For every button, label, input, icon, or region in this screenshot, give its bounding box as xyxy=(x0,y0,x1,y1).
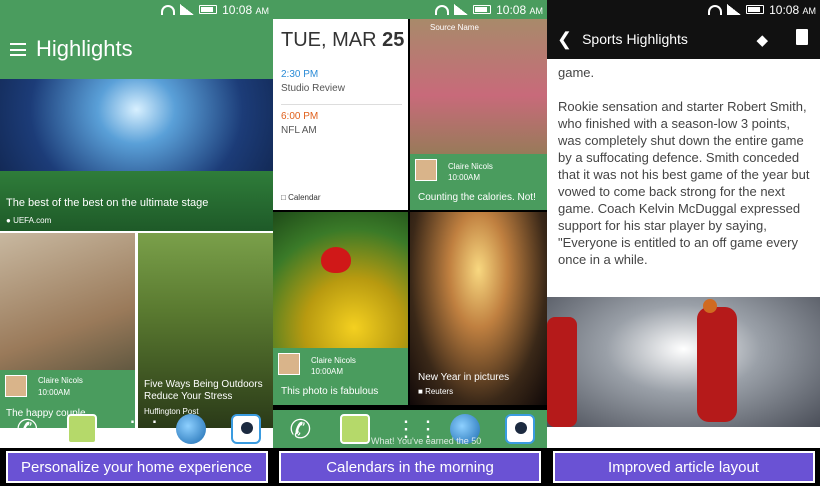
outdoor-article-card[interactable]: Five Ways Being Outdoors Reduce Your Str… xyxy=(138,233,273,428)
phone-icon[interactable]: ✆ xyxy=(12,414,42,444)
event-title: Studio Review xyxy=(281,83,345,94)
avatar xyxy=(278,353,300,375)
basketball-photo xyxy=(547,297,820,427)
menu-icon[interactable] xyxy=(10,42,26,56)
woman-info-bar: Claire Nicols 10:00AM Counting the calor… xyxy=(410,154,547,210)
screenshot-collage: 10:08 AM Highlights The best of the best… xyxy=(0,0,820,486)
card-source: ■ Reuters xyxy=(418,387,454,396)
ladybug-image xyxy=(321,247,351,273)
signal-icon xyxy=(727,4,742,15)
woman-photo-card[interactable]: Source Name Claire Nicols 10:00AM Counti… xyxy=(410,19,547,210)
panel-article: 10:08 AM ❮ Sports Highlights ◆ game. Roo… xyxy=(547,0,820,486)
tree-photo-card[interactable]: New Year in pictures ■ Reuters xyxy=(410,212,547,405)
hero-source: ● UEFA.com xyxy=(6,216,52,225)
page-title: Highlights xyxy=(36,36,133,61)
article-title: Sports Highlights xyxy=(582,31,688,47)
article-toolbar: ❮ Sports Highlights ◆ xyxy=(547,19,820,59)
app-dock: ✆ ⋮⋮ What! You've earned the 50 xyxy=(273,410,547,448)
app-dock: ✆ ⋮⋮ xyxy=(0,410,273,448)
panel-home-highlights: 10:08 AM Highlights The best of the best… xyxy=(0,0,273,486)
dock-hint-text: What! You've earned the 50 xyxy=(371,436,482,446)
article-body: game. Rookie sensation and starter Rober… xyxy=(558,64,812,285)
camera-icon[interactable] xyxy=(230,414,261,444)
signal-icon xyxy=(454,4,469,15)
caption-band: Calendars in the morning xyxy=(273,448,547,486)
reader-mode-icon[interactable] xyxy=(796,29,808,45)
card-title: This photo is fabulous xyxy=(281,386,379,397)
couple-photo-card[interactable]: Claire Nicols 10:00AM The happy couple xyxy=(0,233,135,428)
battery-icon xyxy=(199,5,218,14)
card-user: Claire Nicols xyxy=(311,356,356,365)
event-title: NFL AM xyxy=(281,125,317,136)
avatar xyxy=(415,159,437,181)
calendar-date: TUE, MAR 25 xyxy=(281,29,405,51)
feature-caption: Calendars in the morning xyxy=(279,451,541,483)
phone-icon[interactable]: ✆ xyxy=(285,414,315,444)
article-lead: game. xyxy=(558,65,595,80)
browser-icon[interactable] xyxy=(176,414,207,444)
card-time: 10:00AM xyxy=(38,388,71,397)
calendar-card[interactable]: TUE, MAR 25 2:30 PM Studio Review 6:00 P… xyxy=(273,19,408,210)
event-time: 6:00 PM xyxy=(281,111,319,122)
card-source: Source Name xyxy=(430,23,479,32)
caption-band: Improved article layout xyxy=(547,448,820,486)
caption-band: Personalize your home experience xyxy=(0,448,273,486)
basketball-icon xyxy=(703,299,717,313)
status-time: 10:08 AM xyxy=(769,2,816,17)
status-bar: 10:08 AM xyxy=(0,0,273,19)
messages-icon[interactable] xyxy=(340,414,371,444)
status-time: 10:08 AM xyxy=(222,2,269,17)
apps-grid-icon[interactable]: ⋮⋮ xyxy=(121,414,165,444)
calendar-label: □ Calendar xyxy=(281,193,321,202)
article-paragraph: Rookie sensation and starter Robert Smit… xyxy=(558,99,810,267)
wifi-icon xyxy=(708,4,723,15)
ladybug-photo-card[interactable]: Claire Nicols 10:00AM This photo is fabu… xyxy=(273,212,408,405)
app-bar: Highlights xyxy=(0,19,273,79)
battery-icon xyxy=(746,5,765,14)
card-time: 10:00AM xyxy=(311,367,344,376)
hero-stadium-card[interactable]: The best of the best on the ultimate sta… xyxy=(0,79,273,231)
feature-caption: Improved article layout xyxy=(552,451,815,483)
back-icon[interactable]: ❮ xyxy=(557,29,572,50)
card-title: Five Ways Being Outdoors Reduce Your Str… xyxy=(144,379,263,402)
battery-icon xyxy=(473,5,492,14)
avatar xyxy=(5,375,27,397)
card-time: 10:00AM xyxy=(448,173,481,182)
wifi-icon xyxy=(161,4,176,15)
card-title: Counting the calories. Not! xyxy=(418,192,536,203)
card-user: Claire Nicols xyxy=(448,162,493,171)
player-figure xyxy=(697,307,737,422)
wifi-icon xyxy=(435,4,450,15)
feature-caption: Personalize your home experience xyxy=(5,451,268,483)
panel-calendar: 10:08 AM TUE, MAR 25 2:30 PM Studio Revi… xyxy=(273,0,547,486)
status-bar: 10:08 AM xyxy=(273,0,547,19)
status-time: 10:08 AM xyxy=(496,2,543,17)
player-figure xyxy=(547,317,577,427)
share-icon[interactable]: ◆ xyxy=(756,31,768,49)
hero-caption: The best of the best on the ultimate sta… xyxy=(6,197,209,209)
ladybug-info-bar: Claire Nicols 10:00AM This photo is fabu… xyxy=(273,348,408,405)
card-title: New Year in pictures xyxy=(418,372,510,383)
divider xyxy=(281,104,402,105)
card-user: Claire Nicols xyxy=(38,376,83,385)
messages-icon[interactable] xyxy=(66,414,97,444)
camera-icon[interactable] xyxy=(504,414,535,444)
status-bar: 10:08 AM xyxy=(547,0,820,19)
signal-icon xyxy=(180,4,195,15)
event-time: 2:30 PM xyxy=(281,69,319,80)
